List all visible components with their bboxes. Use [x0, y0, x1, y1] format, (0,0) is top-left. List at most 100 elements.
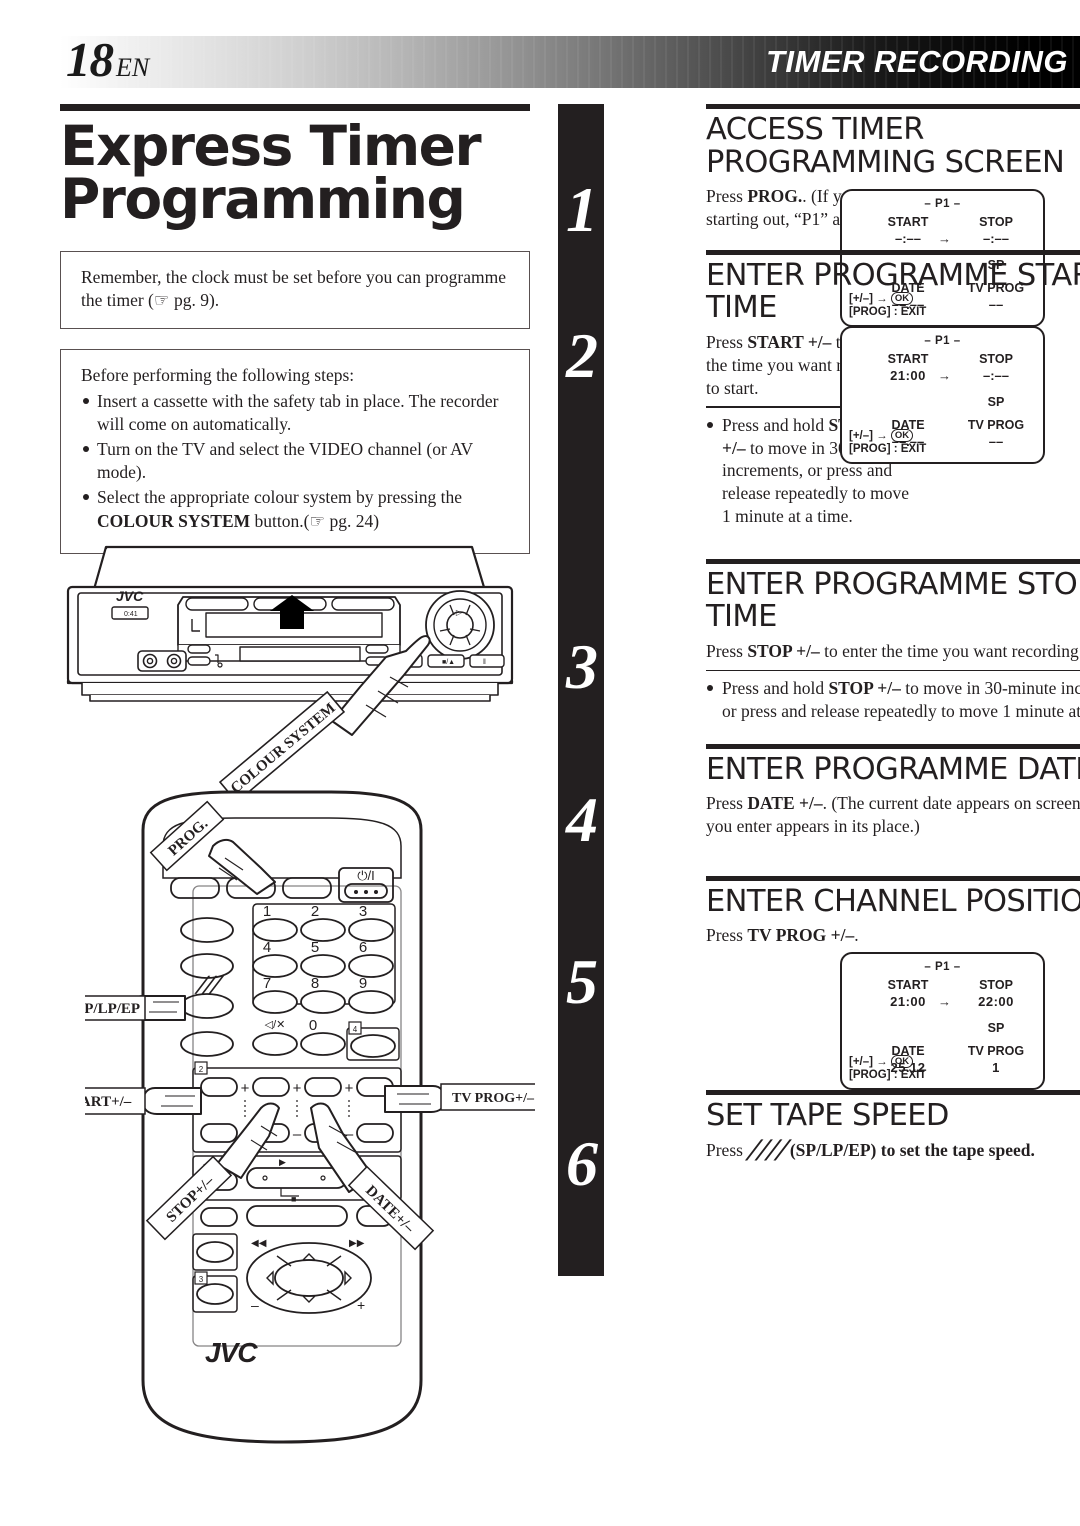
svg-text:▷: ▷ — [456, 608, 463, 617]
nav-side-button-1[interactable] — [196, 1241, 234, 1263]
step-5-body-suffix: . — [854, 925, 859, 946]
step-3: 3 ENTER PROGRAMME STOP TIME Press STOP +… — [558, 558, 1080, 723]
volume-minus-label: – — [251, 1297, 259, 1313]
key-6[interactable] — [348, 954, 394, 978]
key-1-label: 1 — [263, 903, 271, 920]
osd2-stop-value: –:–– — [982, 367, 1010, 383]
play-button[interactable] — [246, 1167, 348, 1189]
key-1[interactable] — [252, 918, 298, 942]
step-3-sub-bold: STOP +/– — [828, 678, 901, 698]
step-3-number: 3 — [566, 630, 598, 702]
remote-top-button-3[interactable] — [282, 877, 332, 899]
tvprog-minus-button[interactable] — [356, 1123, 394, 1143]
page-number-value: 18 — [66, 32, 114, 87]
remote-svg: ⏻/I ╱╱╱ 1 2 3 4 5 6 7 8 9 0 ◁/✕ 4 2 + + … — [48, 790, 546, 1444]
step-4-heading: ENTER PROGRAMME DATE — [706, 751, 1080, 787]
list-item: Select the appropriate colour system by … — [81, 486, 511, 533]
key-8[interactable] — [300, 990, 346, 1014]
dpad-center[interactable] — [274, 1259, 344, 1297]
step-4: 4 ENTER PROGRAMME DATE Press DATE +/–. (… — [558, 743, 1080, 851]
list-item: Insert a cassette with the safety tab in… — [81, 390, 511, 437]
list-item: Turn on the TV and select the VIDEO chan… — [81, 438, 511, 485]
step-4-body-prefix: Press — [706, 793, 748, 814]
step-4-body-bold: DATE +/– — [747, 793, 823, 814]
colour-system-bold: COLOUR SYSTEM — [97, 510, 251, 531]
remote-left-button-4[interactable] — [180, 1031, 234, 1057]
play-icon: ▶ — [279, 1157, 286, 1167]
key-0[interactable] — [300, 1032, 346, 1056]
remote-left-button-2[interactable] — [180, 953, 234, 979]
page-title: Express Timer Programming — [60, 114, 482, 232]
remote-tape-speed-button[interactable] — [180, 993, 234, 1019]
power-icon: ⏻/I — [357, 868, 375, 883]
plus-label: + — [345, 1080, 354, 1097]
osd2-programme: – P1 – — [924, 334, 961, 347]
osd5-programme: – P1 – — [924, 960, 961, 973]
key-4-label: 4 — [263, 939, 271, 956]
tape-speed-icon: ╱╱╱╱ — [747, 1139, 786, 1160]
minus-label: – — [293, 1126, 302, 1143]
osd5-footer-pre: [+/–] → — [849, 1055, 891, 1068]
page-number: 18 EN — [66, 34, 149, 94]
steps-column: 1 ACCESS TIMER PROGRAMMING SCREEN Press … — [558, 104, 1080, 1276]
osd5-stop: STOP 22:00 — [958, 978, 1034, 1009]
stop-icon: ■ — [291, 1194, 296, 1204]
vcr-svg: ■/▲ ‖ ▷ JVC 0:41 COLOUR SYSTEM — [66, 545, 514, 804]
osd5-tvprog-label: TV PROG — [967, 1043, 1025, 1058]
step-5-number: 5 — [566, 945, 598, 1017]
date-plus-button[interactable] — [304, 1077, 342, 1097]
osd2-start-label: START — [887, 351, 929, 366]
step-3-body-suffix: to enter the time you want recording to … — [824, 640, 1080, 661]
step-1-body-prefix: Press — [706, 186, 748, 207]
stop-plus-button[interactable] — [252, 1077, 290, 1097]
stop-button[interactable] — [246, 1205, 348, 1227]
ok-icon: OK — [890, 1054, 914, 1068]
key-7[interactable] — [252, 990, 298, 1014]
step-5: 5 ENTER CHANNEL POSITION Press TV PROG +… — [558, 875, 1080, 1090]
svg-text:2: 2 — [199, 1065, 204, 1074]
key-2[interactable] — [300, 918, 346, 942]
osd2-footer-line2: [PROG] : EXIT — [849, 443, 927, 456]
step-4-body: Press DATE +/–. (The current date appear… — [706, 786, 1080, 838]
key-3[interactable] — [348, 918, 394, 942]
osd2-footer: [+/–] → OK [PROG] : EXIT — [849, 428, 927, 457]
osd1-start-label: START — [887, 215, 929, 229]
osd2-arrow-icon: → — [938, 367, 951, 383]
page-header-band: 18 EN TIMER RECORDING — [60, 34, 1080, 88]
osd-screen-step-5: – P1 – START 21:00 → STOP 22:00 SP DATE … — [840, 951, 1045, 1090]
osd5-tvprog: TV PROG 1 — [958, 1044, 1034, 1075]
step-3-body-prefix: Press — [706, 640, 748, 661]
key-4[interactable] — [252, 954, 298, 978]
osd5-arrow-icon: → — [938, 993, 951, 1009]
step-5-body: Press TV PROG +/–. — [706, 918, 911, 947]
osd2-tvprog-value: –– — [988, 433, 1004, 449]
remote-mute-button[interactable] — [252, 1032, 298, 1056]
start-plus-button[interactable] — [200, 1077, 238, 1097]
callout-start: START+/– — [48, 1087, 202, 1115]
osd2-start: START 21:00 — [872, 352, 944, 383]
nav-side-button-2[interactable] — [196, 1283, 234, 1305]
osd1-stop-label: STOP — [979, 215, 1013, 229]
page-language-code: EN — [116, 53, 150, 82]
remote-left-button-1[interactable] — [180, 917, 234, 943]
note-clock-text: Remember, the clock must be set before y… — [81, 266, 506, 311]
osd1-programme: – P1 – — [924, 198, 961, 210]
key-5[interactable] — [300, 954, 346, 978]
key-5-label: 5 — [311, 939, 319, 956]
title-rule — [60, 104, 530, 111]
key-0-label: 0 — [309, 1017, 317, 1034]
key-8-label: 8 — [311, 975, 319, 992]
start-minus-button[interactable] — [200, 1123, 238, 1143]
step-1: 1 ACCESS TIMER PROGRAMMING SCREEN Press … — [558, 104, 1080, 327]
volume-plus-label: + — [357, 1297, 365, 1313]
step-2-body-prefix: Press — [706, 332, 748, 352]
step-2-number: 2 — [566, 319, 598, 391]
key-9[interactable] — [348, 990, 394, 1014]
osd2-start-value: 21:00 — [890, 367, 926, 383]
vcr-brand-logo: JVC — [116, 588, 144, 604]
step-2-sub-prefix: Press and hold — [722, 414, 829, 435]
transport-button-a[interactable] — [200, 1207, 238, 1227]
step-4-number: 4 — [566, 783, 598, 855]
remote-aux-button[interactable] — [350, 1034, 396, 1058]
step-3-body: Press STOP +/– to enter the time you wan… — [706, 634, 1080, 723]
